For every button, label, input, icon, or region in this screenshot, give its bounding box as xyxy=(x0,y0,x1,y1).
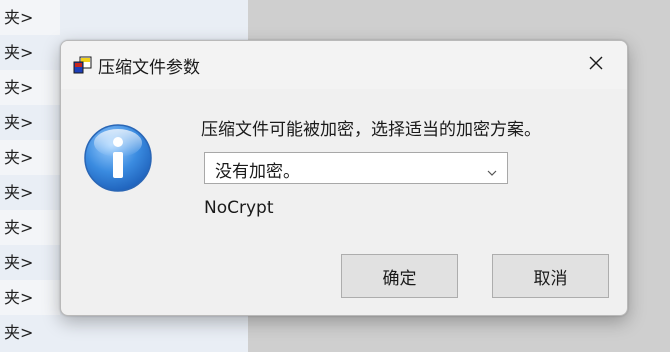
close-button[interactable] xyxy=(579,49,613,81)
encryption-select-value: 没有加密。 xyxy=(215,162,300,182)
dialog-message: 压缩文件可能被加密，选择适当的加密方案。 xyxy=(201,120,541,140)
list-item[interactable]: 夹> xyxy=(0,105,60,140)
list-item[interactable]: 夹> xyxy=(0,280,60,315)
encryption-select[interactable]: 没有加密。 xyxy=(204,152,508,184)
info-icon xyxy=(83,123,153,193)
list-item[interactable]: 夹> xyxy=(0,0,60,35)
compression-params-dialog: 压缩文件参数 压缩文件可能被加密，选择适当的加密方案。 没有加密。 NoCryp… xyxy=(60,40,628,316)
cancel-button[interactable]: 取消 xyxy=(492,254,609,298)
list-item[interactable]: 夹> xyxy=(0,140,60,175)
ok-button[interactable]: 确定 xyxy=(341,254,458,298)
list-item[interactable]: 夹> xyxy=(0,315,60,350)
close-icon xyxy=(588,55,604,75)
dialog-titlebar[interactable]: 压缩文件参数 xyxy=(61,41,627,89)
encryption-code-label: NoCrypt xyxy=(204,198,274,218)
chevron-down-icon xyxy=(487,163,497,176)
list-item[interactable]: 夹> xyxy=(0,70,60,105)
dialog-title: 压缩文件参数 xyxy=(98,58,200,78)
list-item[interactable]: 夹> xyxy=(0,175,60,210)
list-item[interactable]: 夹> xyxy=(0,210,60,245)
list-item[interactable]: 夹> xyxy=(0,245,60,280)
background-folder-list: 夹> 夹> 夹> 夹> 夹> 夹> 夹> 夹> 夹> 夹> xyxy=(0,0,60,350)
archive-app-icon xyxy=(73,56,93,74)
list-item[interactable]: 夹> xyxy=(0,35,60,70)
